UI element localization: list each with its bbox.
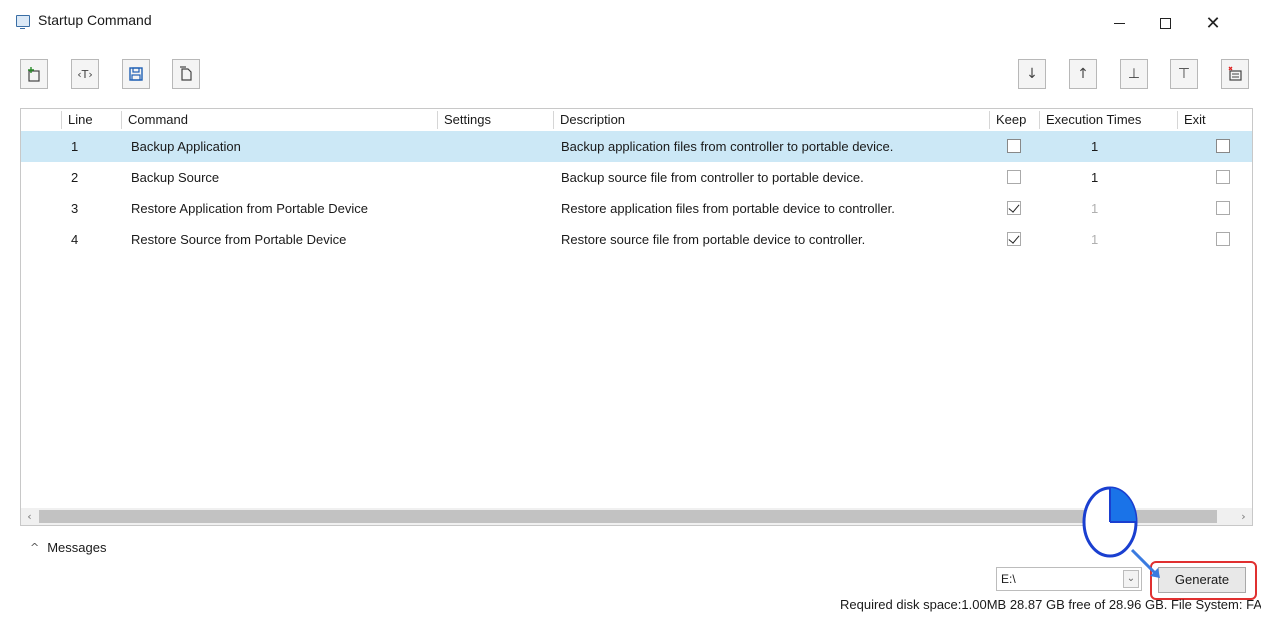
cell-settings xyxy=(447,131,547,162)
delete-list-icon xyxy=(1228,66,1242,81)
cell-execution-times: 1 xyxy=(1091,139,1099,154)
cell-execution-times: 1 xyxy=(1091,232,1099,247)
cell-description: Backup source file from controller to po… xyxy=(561,170,864,185)
close-button[interactable]: ✕ xyxy=(1190,6,1236,40)
cell-line: 3 xyxy=(71,201,79,216)
cell-execution-times: 1 xyxy=(1091,201,1099,216)
messages-toggle[interactable]: ^ Messages xyxy=(30,540,106,555)
grid-header: Line Command Settings Description Keep E… xyxy=(21,109,1252,131)
cell-execution-times: 1 xyxy=(1091,170,1099,185)
command-grid[interactable]: Line Command Settings Description Keep E… xyxy=(20,108,1253,526)
arrow-down-icon: ↓ xyxy=(1026,66,1038,82)
click-annotation-icon xyxy=(1082,486,1160,578)
cell-description: Restore application files from portable … xyxy=(561,201,895,216)
chevron-up-icon: ^ xyxy=(30,541,40,554)
keep-checkbox[interactable] xyxy=(1007,201,1021,215)
cell-settings xyxy=(447,162,547,193)
insert-text-button[interactable]: ‹T› xyxy=(71,59,99,89)
scrollbar-thumb[interactable] xyxy=(39,510,1217,523)
table-row[interactable]: 4 Restore Source from Portable Device Rest… xyxy=(21,224,1252,255)
exit-checkbox[interactable] xyxy=(1216,201,1230,215)
cell-line: 4 xyxy=(71,232,79,247)
copy-button[interactable] xyxy=(172,59,200,89)
cell-settings xyxy=(447,193,547,224)
cell-command: Backup Source xyxy=(131,170,220,185)
column-header-description[interactable]: Description xyxy=(553,111,989,129)
exit-checkbox[interactable] xyxy=(1216,170,1230,184)
arrow-up-icon: ↑ xyxy=(1077,66,1089,82)
table-row[interactable]: 1 Backup Application Backup application fi… xyxy=(21,131,1252,162)
drive-value: E:\ xyxy=(1001,572,1016,586)
app-icon xyxy=(16,15,30,29)
keep-checkbox[interactable] xyxy=(1007,232,1021,246)
exit-checkbox[interactable] xyxy=(1216,232,1230,246)
add-command-button[interactable] xyxy=(20,59,48,89)
cell-description: Backup application files from controller… xyxy=(561,139,894,154)
document-copy-icon xyxy=(180,66,192,81)
move-to-bottom-button[interactable]: ⊥ xyxy=(1120,59,1148,89)
cell-command: Restore Application from Portable Device xyxy=(131,201,369,216)
column-header-settings[interactable]: Settings xyxy=(437,111,553,129)
disk-space-info: Required disk space:1.00MB 28.87 GB free… xyxy=(840,597,1261,612)
cell-settings xyxy=(447,224,547,255)
text-tag-icon: ‹T› xyxy=(77,67,93,81)
cell-line: 1 xyxy=(71,139,79,154)
move-to-top-button[interactable]: ⊤ xyxy=(1170,59,1198,89)
column-header-exit[interactable]: Exit xyxy=(1177,111,1237,129)
minimize-button[interactable] xyxy=(1096,6,1142,40)
maximize-button[interactable] xyxy=(1142,6,1188,40)
table-row[interactable]: 2 Backup Source Backup source file from co… xyxy=(21,162,1252,193)
move-up-button[interactable]: ↑ xyxy=(1069,59,1097,89)
scroll-left-icon[interactable]: ‹ xyxy=(21,508,38,525)
move-down-button[interactable]: ↓ xyxy=(1018,59,1046,89)
maximize-icon xyxy=(1159,17,1171,29)
column-header-execution-times[interactable]: Execution Times xyxy=(1039,111,1177,129)
move-bottom-icon: ⊥ xyxy=(1127,66,1141,82)
close-icon: ✕ xyxy=(1205,12,1221,34)
delete-command-button[interactable] xyxy=(1221,59,1249,89)
column-header-command[interactable]: Command xyxy=(121,111,437,129)
cell-command: Backup Application xyxy=(131,139,241,154)
column-header-keep[interactable]: Keep xyxy=(989,111,1039,129)
cell-description: Restore source file from portable device… xyxy=(561,232,866,247)
scroll-right-icon[interactable]: › xyxy=(1235,508,1252,525)
cell-line: 2 xyxy=(71,170,79,185)
keep-checkbox[interactable] xyxy=(1007,170,1021,184)
keep-checkbox[interactable] xyxy=(1007,139,1021,153)
floppy-disk-icon xyxy=(129,67,143,81)
add-command-icon xyxy=(28,67,40,82)
minimize-icon xyxy=(1113,22,1125,24)
horizontal-scrollbar[interactable]: ‹ › xyxy=(21,508,1252,525)
window-title: Startup Command xyxy=(38,12,152,28)
exit-checkbox[interactable] xyxy=(1216,139,1230,153)
cell-command: Restore Source from Portable Device xyxy=(131,232,347,247)
table-row[interactable]: 3 Restore Application from Portable Devic… xyxy=(21,193,1252,224)
save-button[interactable] xyxy=(122,59,150,89)
messages-label: Messages xyxy=(47,540,107,555)
column-header-line[interactable]: Line xyxy=(61,111,121,129)
title-bar: Startup Command ✕ xyxy=(0,0,1261,46)
move-top-icon: ⊤ xyxy=(1177,66,1191,82)
